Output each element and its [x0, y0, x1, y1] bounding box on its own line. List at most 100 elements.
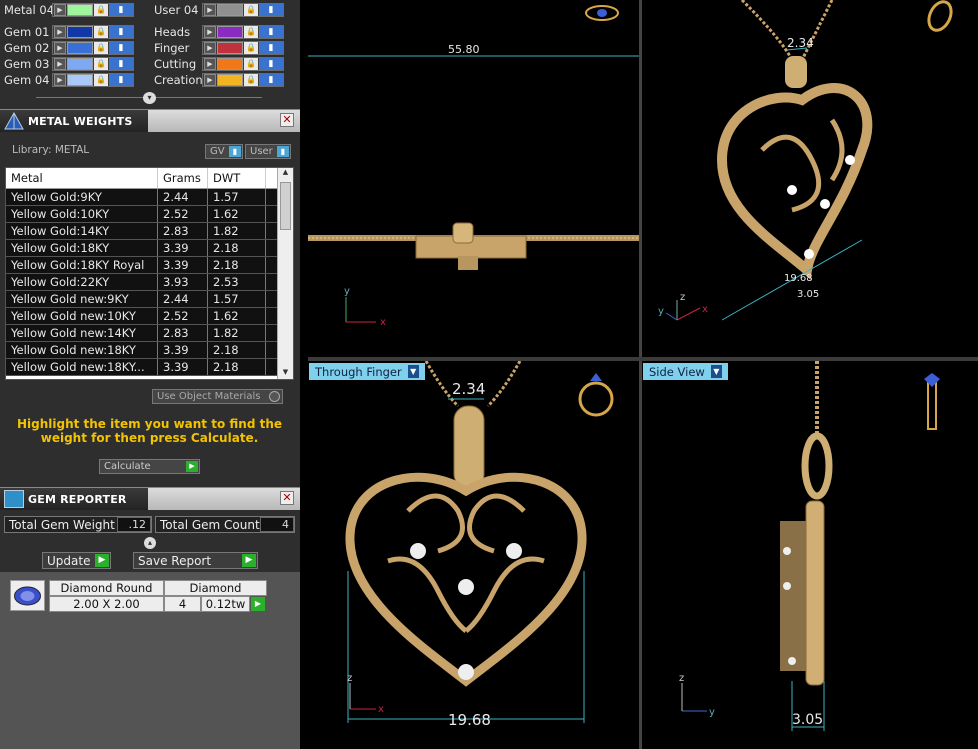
metal-table-header: Metal Grams DWT	[6, 168, 293, 189]
layer-row-right-1[interactable]: Heads ▶ 🔒 ▮	[150, 24, 284, 39]
metal-table-row[interactable]: Yellow Gold new:14KY 2.83 1.82	[6, 325, 293, 342]
layer-expand-icon[interactable]: ▶	[204, 57, 216, 70]
metal-table-row[interactable]: Yellow Gold:22KY 3.93 2.53	[6, 274, 293, 291]
scroll-up-icon[interactable]: ▲	[278, 168, 293, 181]
calculate-button[interactable]: Calculate ▶	[99, 459, 200, 474]
layer-visibility-toggle[interactable]: ▮	[259, 25, 283, 38]
collapse-arrow-icon[interactable]: ▾	[143, 92, 156, 104]
ring-preview-icon	[927, 0, 953, 32]
scroll-thumb[interactable]	[280, 182, 291, 230]
front-z-axis-label: z	[347, 673, 352, 684]
layer-lock-icon[interactable]: 🔒	[244, 25, 258, 38]
layer-color-swatch[interactable]	[67, 73, 93, 86]
metal-table-row[interactable]: Yellow Gold new:10KY 2.52 1.62	[6, 308, 293, 325]
layer-color-swatch[interactable]	[217, 3, 243, 16]
layer-name: Metal 04	[4, 2, 55, 17]
gem-collapse-arrow-icon[interactable]: ▴	[144, 537, 156, 549]
layer-expand-icon[interactable]: ▶	[54, 73, 66, 86]
gem-reporter-header: GEM REPORTER ✕	[0, 487, 300, 510]
layer-expand-icon[interactable]: ▶	[204, 73, 216, 86]
layer-expand-icon[interactable]: ▶	[54, 41, 66, 54]
layer-lock-icon[interactable]: 🔒	[244, 73, 258, 86]
viewport-side-view[interactable]: Side View ▼ 3.05 y z	[642, 361, 978, 749]
layer-row-left-3[interactable]: Gem 03 ▶ 🔒 ▮	[0, 56, 134, 71]
layer-row-right-2[interactable]: Finger ▶ 🔒 ▮	[150, 40, 284, 55]
use-object-materials-toggle[interactable]: Use Object Materials	[152, 389, 283, 404]
viewport-top[interactable]: 55.80 x y	[308, 0, 639, 357]
layer-lock-icon[interactable]: 🔒	[244, 3, 258, 16]
metal-table-row[interactable]: Yellow Gold:18KY 3.39 2.18	[6, 240, 293, 257]
save-report-button[interactable]: Save Report ▶	[133, 552, 258, 569]
scroll-down-icon[interactable]: ▼	[278, 368, 293, 379]
layer-controls: ▶ 🔒 ▮	[52, 56, 134, 71]
layer-lock-icon[interactable]: 🔒	[94, 57, 108, 70]
layer-lock-icon[interactable]: 🔒	[94, 73, 108, 86]
metal-table-row[interactable]: Yellow Gold new:9KY 2.44 1.57	[6, 291, 293, 308]
layer-color-swatch[interactable]	[67, 3, 93, 16]
gem-reporter-close-icon[interactable]: ✕	[280, 491, 294, 505]
layer-controls: ▶ 🔒 ▮	[52, 2, 134, 17]
metal-table-row[interactable]: Yellow Gold:14KY 2.83 1.82	[6, 223, 293, 240]
layer-expand-icon[interactable]: ▶	[54, 57, 66, 70]
layer-expand-icon[interactable]: ▶	[54, 3, 66, 16]
metal-table-scrollbar[interactable]: ▲ ▼	[277, 168, 293, 379]
gem-go-icon[interactable]: ▶	[251, 597, 265, 611]
layer-visibility-toggle[interactable]: ▮	[109, 3, 133, 16]
layer-lock-icon[interactable]: 🔒	[94, 25, 108, 38]
grams-cell: 3.39	[158, 240, 208, 256]
layer-color-swatch[interactable]	[67, 25, 93, 38]
layer-color-swatch[interactable]	[217, 73, 243, 86]
layer-expand-icon[interactable]: ▶	[204, 3, 216, 16]
layer-row-right-4[interactable]: Creation ▶ 🔒 ▮	[150, 72, 284, 87]
layer-expand-icon[interactable]: ▶	[54, 25, 66, 38]
metal-table-row[interactable]: Yellow Gold:10KY 2.52 1.62	[6, 206, 293, 223]
gem-count: 4	[164, 596, 201, 612]
metal-table-row[interactable]: Yellow Gold:9KY 2.44 1.57	[6, 189, 293, 206]
layer-row-right-0[interactable]: User 04 ▶ 🔒 ▮	[150, 2, 284, 17]
side-z-axis-label: z	[679, 673, 684, 684]
layer-controls: ▶ 🔒 ▮	[202, 56, 284, 71]
layer-visibility-toggle[interactable]: ▮	[259, 3, 283, 16]
layer-row-right-3[interactable]: Cutting ▶ 🔒 ▮	[150, 56, 284, 71]
layer-visibility-toggle[interactable]: ▮	[109, 57, 133, 70]
viewports: 55.80 x y 2.34 19.68 3.05 x z y Through …	[300, 0, 978, 749]
column-metal[interactable]: Metal	[6, 168, 158, 188]
layer-visibility-toggle[interactable]: ▮	[259, 73, 283, 86]
column-dwt[interactable]: DWT	[208, 168, 266, 188]
layer-visibility-toggle[interactable]: ▮	[109, 41, 133, 54]
layer-expand-icon[interactable]: ▶	[204, 25, 216, 38]
layer-row-left-4[interactable]: Gem 04 ▶ 🔒 ▮	[0, 72, 134, 87]
y-axis-label: y	[344, 286, 350, 297]
column-grams[interactable]: Grams	[158, 168, 208, 188]
viewport-through-finger[interactable]: Through Finger ▼ 2.34 19.68 x z	[308, 361, 639, 749]
layer-color-swatch[interactable]	[67, 57, 93, 70]
layer-visibility-toggle[interactable]: ▮	[259, 57, 283, 70]
metal-weights-close-icon[interactable]: ✕	[280, 113, 294, 127]
layer-lock-icon[interactable]: 🔒	[94, 41, 108, 54]
layer-color-swatch[interactable]	[217, 41, 243, 54]
layer-expand-icon[interactable]: ▶	[204, 41, 216, 54]
metal-table-row[interactable]: Yellow Gold:18KY Royal 3.39 2.18	[6, 257, 293, 274]
layer-row-left-1[interactable]: Gem 01 ▶ 🔒 ▮	[0, 24, 134, 39]
layer-lock-icon[interactable]: 🔒	[244, 41, 258, 54]
layer-visibility-toggle[interactable]: ▮	[109, 73, 133, 86]
viewport-perspective[interactable]: 2.34 19.68 3.05 x z y	[642, 0, 978, 357]
layer-color-swatch[interactable]	[67, 41, 93, 54]
metal-table-row[interactable]: Yellow Gold new:18KY 3.39 2.18	[6, 342, 293, 359]
layer-row-left-0[interactable]: Metal 04 ▶ 🔒 ▮	[0, 2, 134, 17]
layer-visibility-toggle[interactable]: ▮	[259, 41, 283, 54]
layer-row-left-2[interactable]: Gem 02 ▶ 🔒 ▮	[0, 40, 134, 55]
gem-reporter-title: GEM REPORTER	[28, 492, 127, 506]
layer-color-swatch[interactable]	[217, 57, 243, 70]
layer-lock-icon[interactable]: 🔒	[244, 57, 258, 70]
user-toggle[interactable]: User ▮	[245, 144, 291, 159]
gem-material: Diamond	[164, 580, 267, 596]
layer-visibility-toggle[interactable]: ▮	[109, 25, 133, 38]
gv-toggle[interactable]: GV ▮	[205, 144, 243, 159]
layer-color-swatch[interactable]	[217, 25, 243, 38]
metal-table-row[interactable]: Yellow Gold new:18KY... 3.39 2.18	[6, 359, 293, 376]
update-button[interactable]: Update ▶	[42, 552, 111, 569]
dwt-cell: 2.18	[208, 359, 266, 375]
layer-lock-icon[interactable]: 🔒	[94, 3, 108, 16]
side-panel: ▾ METAL WEIGHTS ✕ Library: METAL GV ▮ Use…	[0, 0, 300, 749]
